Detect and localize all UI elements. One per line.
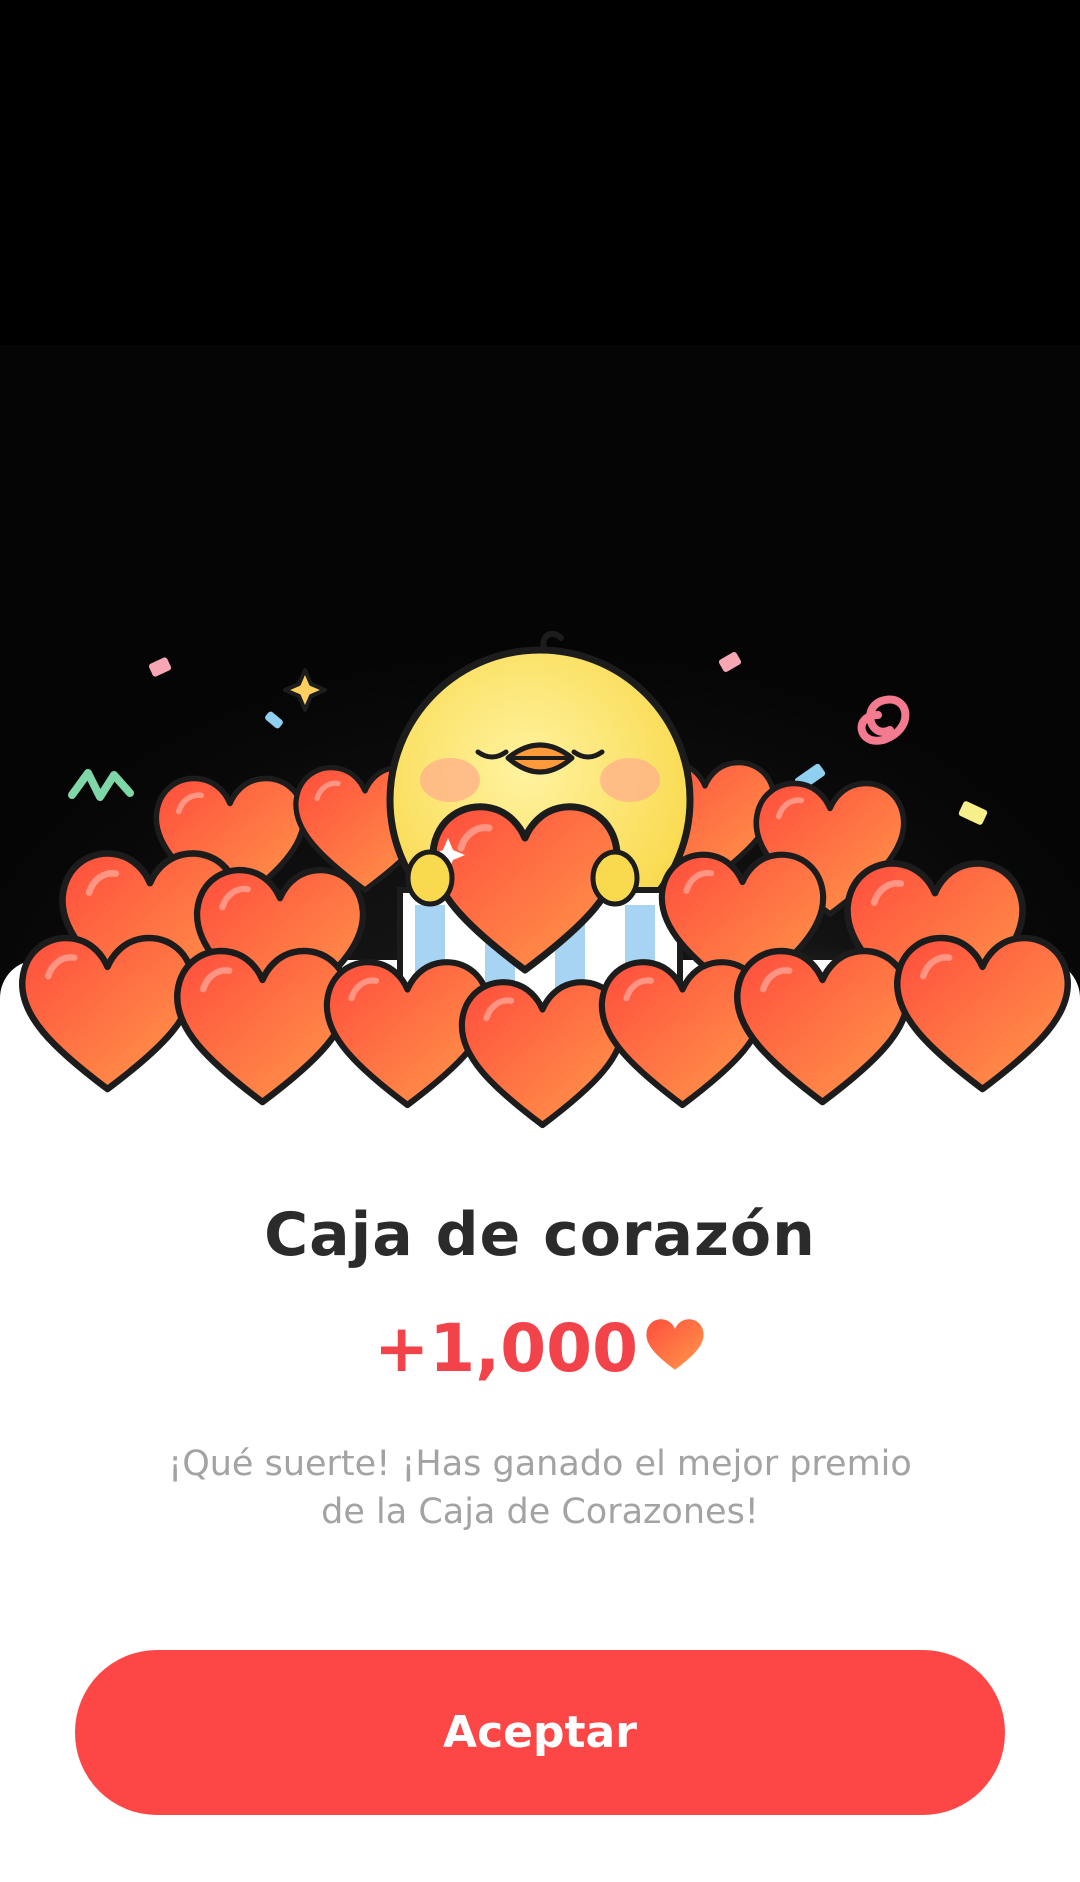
heart-icon (897, 938, 1068, 1089)
accept-button[interactable]: Aceptar (75, 1650, 1005, 1815)
heart-icon (646, 1318, 704, 1370)
heart-icon (177, 951, 348, 1102)
heart-icon (737, 951, 908, 1102)
reward-amount: +1,000 (373, 1310, 639, 1387)
reward-screen: Caja de corazón +1,000 ¡Qué suerte! ¡Has… (0, 0, 1080, 1882)
chick-hearts-illustration (0, 630, 1080, 1140)
reward-title: Caja de corazón (264, 1200, 816, 1270)
reward-message: ¡Qué suerte! ¡Has ganado el mejor premio… (168, 1444, 912, 1532)
reward-amount-row: +1,000 (0, 1310, 1080, 1387)
heart-icon (22, 938, 193, 1089)
